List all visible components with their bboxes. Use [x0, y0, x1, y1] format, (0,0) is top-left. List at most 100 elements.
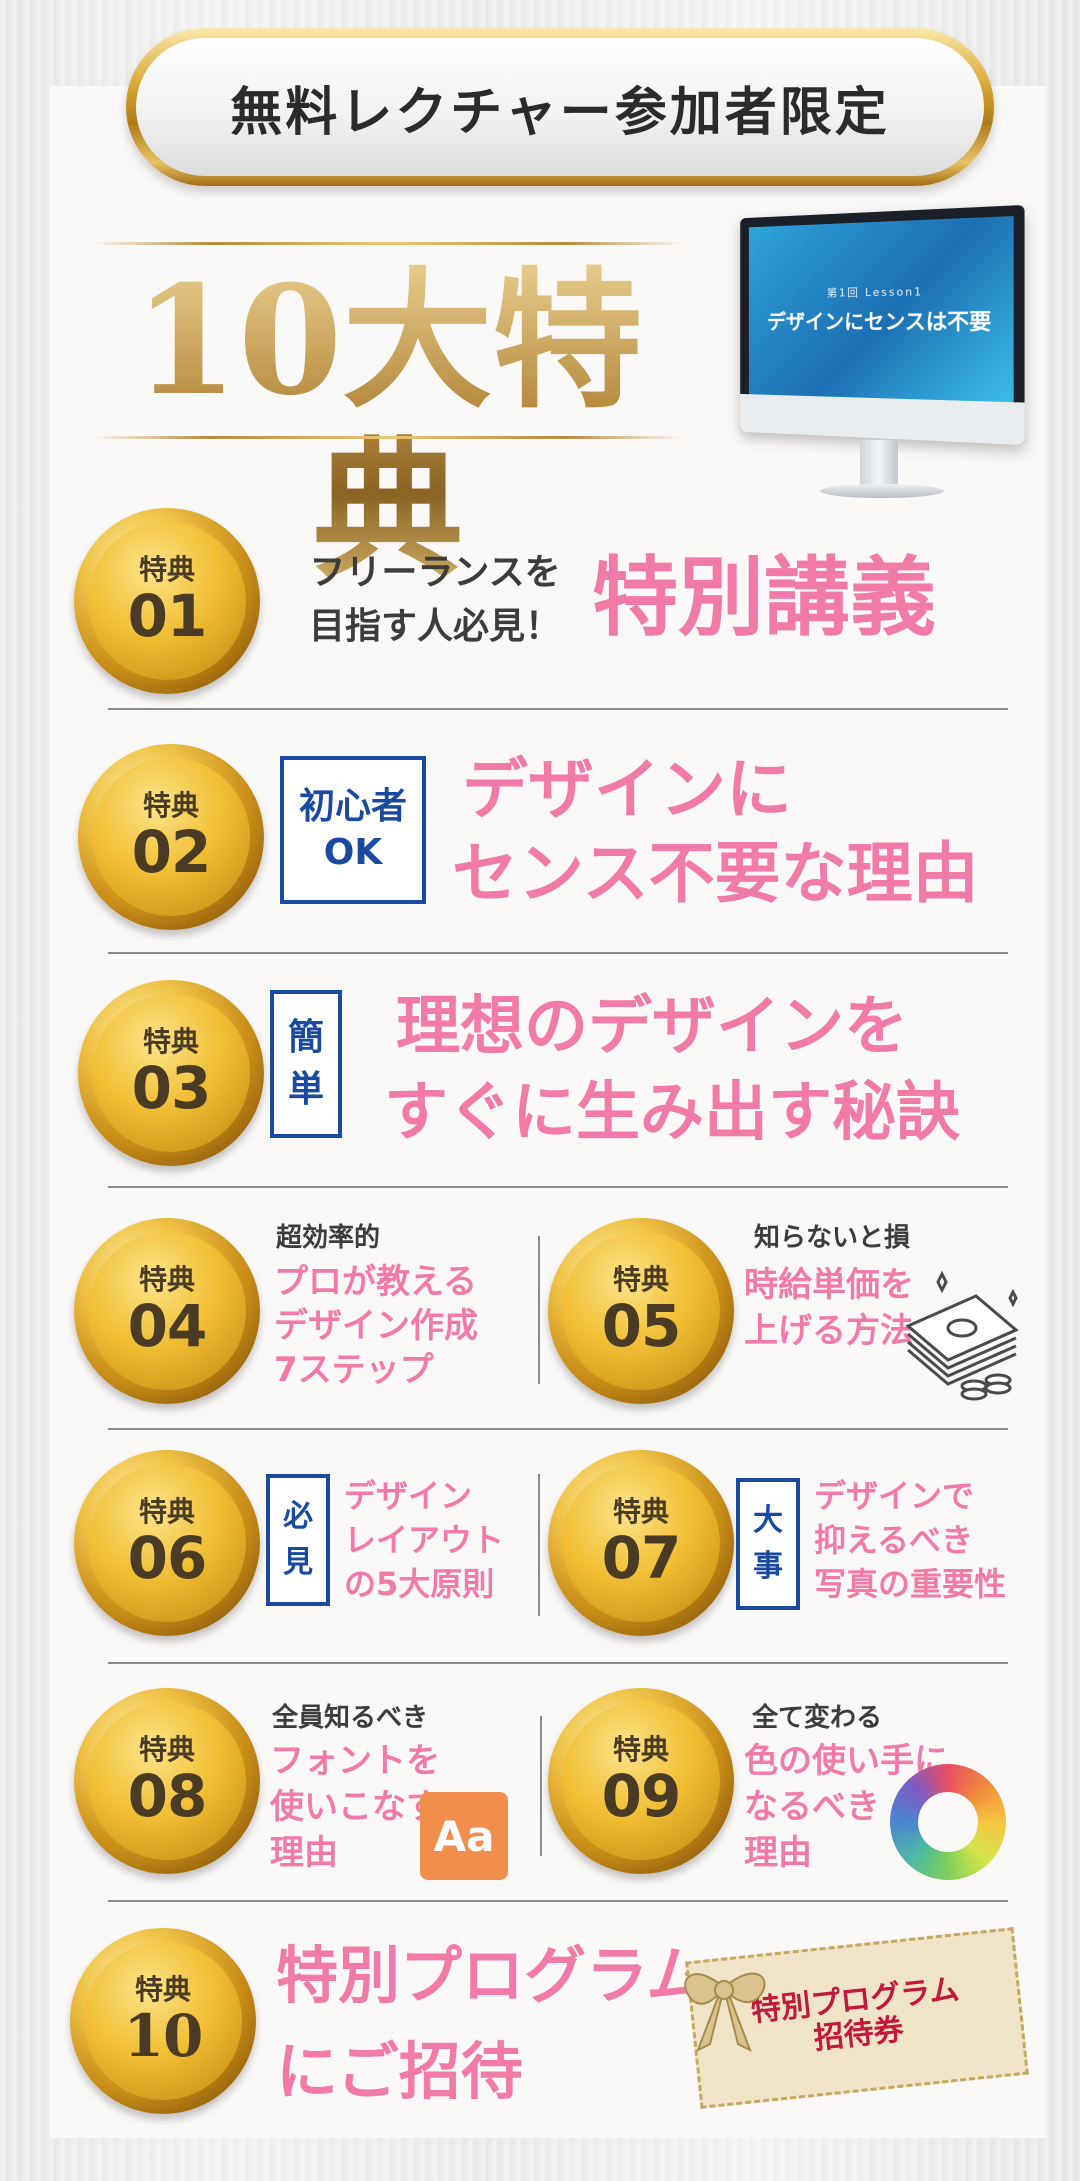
medal-label: 特典	[612, 1263, 669, 1296]
medal-label: 特典	[612, 1733, 669, 1766]
item-07-badge-line1: 大	[753, 1503, 783, 1538]
monitor-lesson-label: 第1回 Lesson1	[826, 285, 924, 300]
medal-03: 特典 03	[78, 980, 264, 1166]
item-05-title: 時給単価を 上げる方法	[744, 1262, 914, 1354]
medal-06: 特典 06	[74, 1450, 260, 1636]
font-aa-icon: Aa	[420, 1792, 508, 1880]
item-02-title-line1: デザインに	[462, 751, 792, 828]
item-02-badge-line2: OK	[323, 832, 383, 873]
item-01-subtitle-line1: フリーランスを	[309, 552, 561, 593]
divider	[108, 952, 1008, 954]
item-08-subtitle: 全員知るべき	[272, 1703, 429, 1733]
item-05-title-line2: 上げる方法	[744, 1311, 914, 1351]
medal-number: 06	[127, 1524, 208, 1592]
item-05-subtitle: 知らないと損	[754, 1223, 911, 1253]
item-07-title-line2: 抑えるべき	[814, 1521, 974, 1559]
medal-number: 04	[127, 1292, 208, 1360]
item-01-title: 特別講義	[592, 548, 936, 648]
color-wheel-icon	[890, 1764, 1006, 1880]
ribbon-bow-icon	[684, 1972, 766, 2053]
divider	[108, 1428, 1008, 1430]
medal-number: 02	[131, 818, 212, 886]
item-04-title: プロが教える デザイン作成 7ステップ	[274, 1260, 478, 1392]
main-title: 10大特典	[92, 238, 684, 596]
medal-label: 特典	[142, 1025, 199, 1058]
item-01-subtitle: フリーランスを 目指す人必見！	[290, 546, 580, 654]
medal-number: 05	[601, 1292, 682, 1360]
item-07-title-line1: デザインで	[814, 1477, 975, 1515]
medal-07: 特典 07	[548, 1450, 734, 1636]
title-rule-top	[92, 242, 684, 245]
medal-number: 09	[601, 1762, 682, 1830]
medal-label: 特典	[612, 1495, 669, 1528]
title-rule-bottom	[92, 436, 684, 439]
item-07-badge: 大 事	[736, 1478, 800, 1610]
limited-banner: 無料レクチャー参加者限定	[126, 28, 994, 186]
item-08-title: フォントを 使いこなす 理由	[270, 1738, 440, 1876]
item-04-title-line1: プロが教える	[274, 1262, 477, 1302]
item-06-title-line1: デザイン	[344, 1477, 473, 1515]
monitor-screen: 第1回 Lesson1 デザインにセンスは不要	[748, 216, 1014, 403]
item-02-title-line2: センス不要な理由	[452, 835, 979, 912]
medal-label: 特典	[142, 789, 199, 822]
item-05-title-line1: 時給単価を	[744, 1265, 914, 1305]
item-07-title-line3: 写真の重要性	[814, 1565, 1007, 1603]
divider	[108, 1900, 1008, 1902]
item-04-subtitle: 超効率的	[276, 1223, 381, 1253]
item-02-badge-line1: 初心者	[298, 786, 407, 827]
medal-04: 特典 04	[74, 1218, 260, 1404]
item-06-badge-line2: 見	[283, 1545, 313, 1580]
medal-01: 特典 01	[74, 508, 260, 694]
medal-05: 特典 05	[548, 1218, 734, 1404]
monitor-screen-frame: 第1回 Lesson1 デザインにセンスは不要	[740, 204, 1025, 446]
item-03-badge: 簡 単	[270, 990, 342, 1138]
medal-label: 特典	[138, 1733, 195, 1766]
medal-label: 特典	[134, 1973, 191, 2006]
money-stack-icon	[905, 1270, 1019, 1401]
medal-number: 10	[123, 2002, 204, 2070]
item-04-title-line2: デザイン作成	[274, 1306, 478, 1346]
monitor-base	[820, 484, 944, 498]
item-06-title-line3: の5大原則	[344, 1565, 495, 1603]
item-08-title-line1: フォントを	[270, 1741, 440, 1781]
medal-number: 08	[127, 1762, 208, 1830]
item-02-title: デザインに センス不要な理由	[452, 748, 979, 916]
item-06-badge-line1: 必	[283, 1499, 313, 1534]
medal-02: 特典 02	[78, 744, 264, 930]
item-03-title-line1: 理想のデザインを	[396, 990, 908, 1064]
item-07-title: デザインで 抑えるべき 写真の重要性	[814, 1474, 1006, 1606]
banner-text: 無料レクチャー参加者限定	[136, 38, 984, 176]
medal-08: 特典 08	[74, 1688, 260, 1874]
medal-number: 01	[127, 582, 208, 650]
medal-09: 特典 09	[548, 1688, 734, 1874]
item-03-badge-line1: 簡	[287, 1017, 324, 1058]
item-09-subtitle: 全て変わる	[752, 1703, 883, 1733]
column-divider	[540, 1716, 542, 1856]
item-06-badge: 必 見	[266, 1474, 330, 1606]
monitor-illustration: 第1回 Lesson1 デザインにセンスは不要	[728, 204, 1028, 512]
item-10-title-line2: にご招待	[276, 2035, 523, 2108]
item-08-title-line2: 使いこなす	[270, 1787, 440, 1827]
medal-10: 特典 10	[70, 1928, 256, 2114]
item-03-title-line2: すぐに生み出す秘訣	[384, 1076, 960, 1150]
monitor-screen-title: デザインにセンスは不要	[767, 309, 992, 335]
item-01-subtitle-line2: 目指す人必見！	[308, 606, 561, 647]
item-03-badge-line2: 単	[287, 1069, 324, 1110]
monitor-stand	[860, 440, 898, 490]
column-divider	[538, 1236, 540, 1384]
item-10-title-line1: 特別プログラム	[276, 1939, 709, 2012]
item-07-badge-line2: 事	[753, 1549, 783, 1584]
item-02-badge: 初心者 OK	[280, 756, 426, 904]
divider	[108, 1186, 1008, 1188]
column-divider	[538, 1474, 540, 1616]
item-06-title: デザイン レイアウト の5大原則	[344, 1474, 504, 1606]
medal-label: 特典	[138, 553, 195, 586]
divider	[108, 708, 1008, 710]
monitor-chin	[740, 393, 1025, 446]
item-06-title-line2: レイアウト	[344, 1521, 505, 1559]
item-03-title: 理想のデザインを すぐに生み出す秘訣	[384, 984, 960, 1156]
item-04-title-line3: 7ステップ	[274, 1350, 434, 1390]
item-08-title-line3: 理由	[270, 1833, 338, 1873]
medal-number: 07	[601, 1524, 682, 1592]
item-10-title: 特別プログラム にご招待	[276, 1928, 708, 2120]
